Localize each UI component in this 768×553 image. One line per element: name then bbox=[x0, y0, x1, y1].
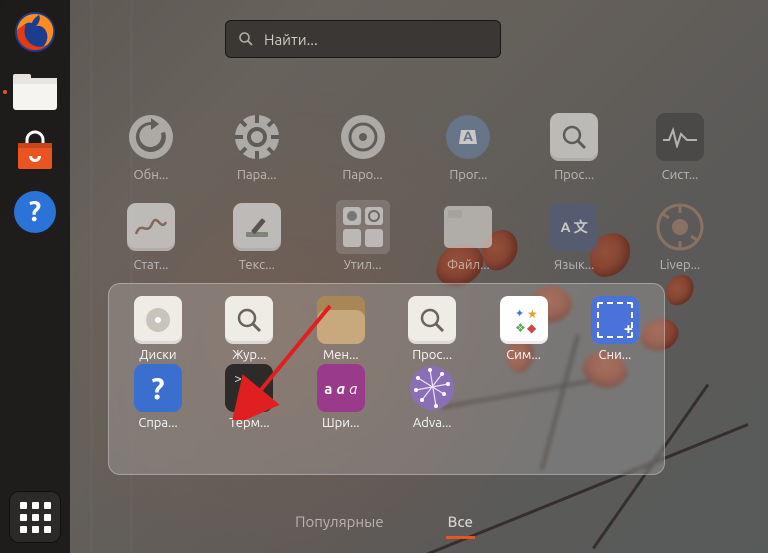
folder-icon bbox=[11, 70, 59, 114]
app-system-monitor[interactable]: Сист... bbox=[637, 110, 723, 182]
app-livepatch[interactable]: Livep... bbox=[637, 200, 723, 272]
folder-app-fonts[interactable]: aaaШри... bbox=[302, 364, 380, 430]
folder-app-disks[interactable]: Диски bbox=[119, 296, 197, 362]
view-tabs: Популярные Все bbox=[0, 509, 768, 539]
svg-text:◆: ◆ bbox=[527, 322, 537, 335]
folder-app-characters[interactable]: ✦★❖◆Сим... bbox=[485, 296, 563, 362]
firefox-icon bbox=[12, 9, 58, 55]
folder-app-advanced[interactable]: Adva... bbox=[393, 364, 471, 430]
search-placeholder: Найти... bbox=[264, 31, 318, 48]
applications-grid: Обн... Пара... Паро... AПрог... Прос... … bbox=[108, 110, 723, 272]
search-icon bbox=[238, 31, 254, 47]
app-settings[interactable]: Пара... bbox=[214, 110, 300, 182]
tab-all[interactable]: Все bbox=[446, 509, 475, 539]
folder-app-terminal[interactable]: >_Терм... bbox=[210, 364, 288, 430]
dock-item-software[interactable] bbox=[9, 126, 61, 178]
folder-app-help[interactable]: ?Спра... bbox=[119, 364, 197, 430]
dock-item-help[interactable]: ? bbox=[9, 186, 61, 238]
folder-app-archive[interactable]: Мен... bbox=[302, 296, 380, 362]
running-indicator bbox=[3, 90, 7, 94]
app-language[interactable]: A 文Язык... bbox=[531, 200, 617, 272]
app-text-editor[interactable]: Текс... bbox=[214, 200, 300, 272]
dock-item-firefox[interactable] bbox=[9, 6, 61, 58]
shopping-bag-icon bbox=[12, 129, 58, 175]
app-power-stats[interactable]: Стат... bbox=[108, 200, 194, 272]
folder-app-logs[interactable]: Жур... bbox=[210, 296, 288, 362]
app-file-manager[interactable]: Файл... bbox=[425, 200, 511, 272]
dock: ? bbox=[0, 0, 70, 553]
dock-item-files[interactable] bbox=[9, 66, 61, 118]
app-passwords[interactable]: Паро... bbox=[320, 110, 406, 182]
app-utilities-folder[interactable]: Утил... bbox=[320, 200, 406, 272]
svg-text:❖: ❖ bbox=[515, 322, 526, 335]
svg-text:A: A bbox=[463, 128, 473, 144]
svg-text:★: ★ bbox=[527, 308, 538, 321]
folder-app-screenshot[interactable]: +Сни... bbox=[576, 296, 654, 362]
tab-frequent[interactable]: Популярные bbox=[293, 509, 386, 539]
app-document-viewer[interactable]: Прос... bbox=[531, 110, 617, 182]
help-icon: ? bbox=[12, 189, 58, 235]
app-updates[interactable]: Обн... bbox=[108, 110, 194, 182]
folder-app-image-viewer[interactable]: Прос... bbox=[393, 296, 471, 362]
utilities-folder-popover: Диски Жур... Мен... Прос... ✦★❖◆Сим... +… bbox=[108, 283, 665, 475]
app-ubuntu-software[interactable]: AПрог... bbox=[425, 110, 511, 182]
search-input[interactable]: Найти... bbox=[225, 20, 501, 58]
svg-text:✦: ✦ bbox=[515, 308, 524, 320]
svg-text:?: ? bbox=[29, 196, 41, 227]
